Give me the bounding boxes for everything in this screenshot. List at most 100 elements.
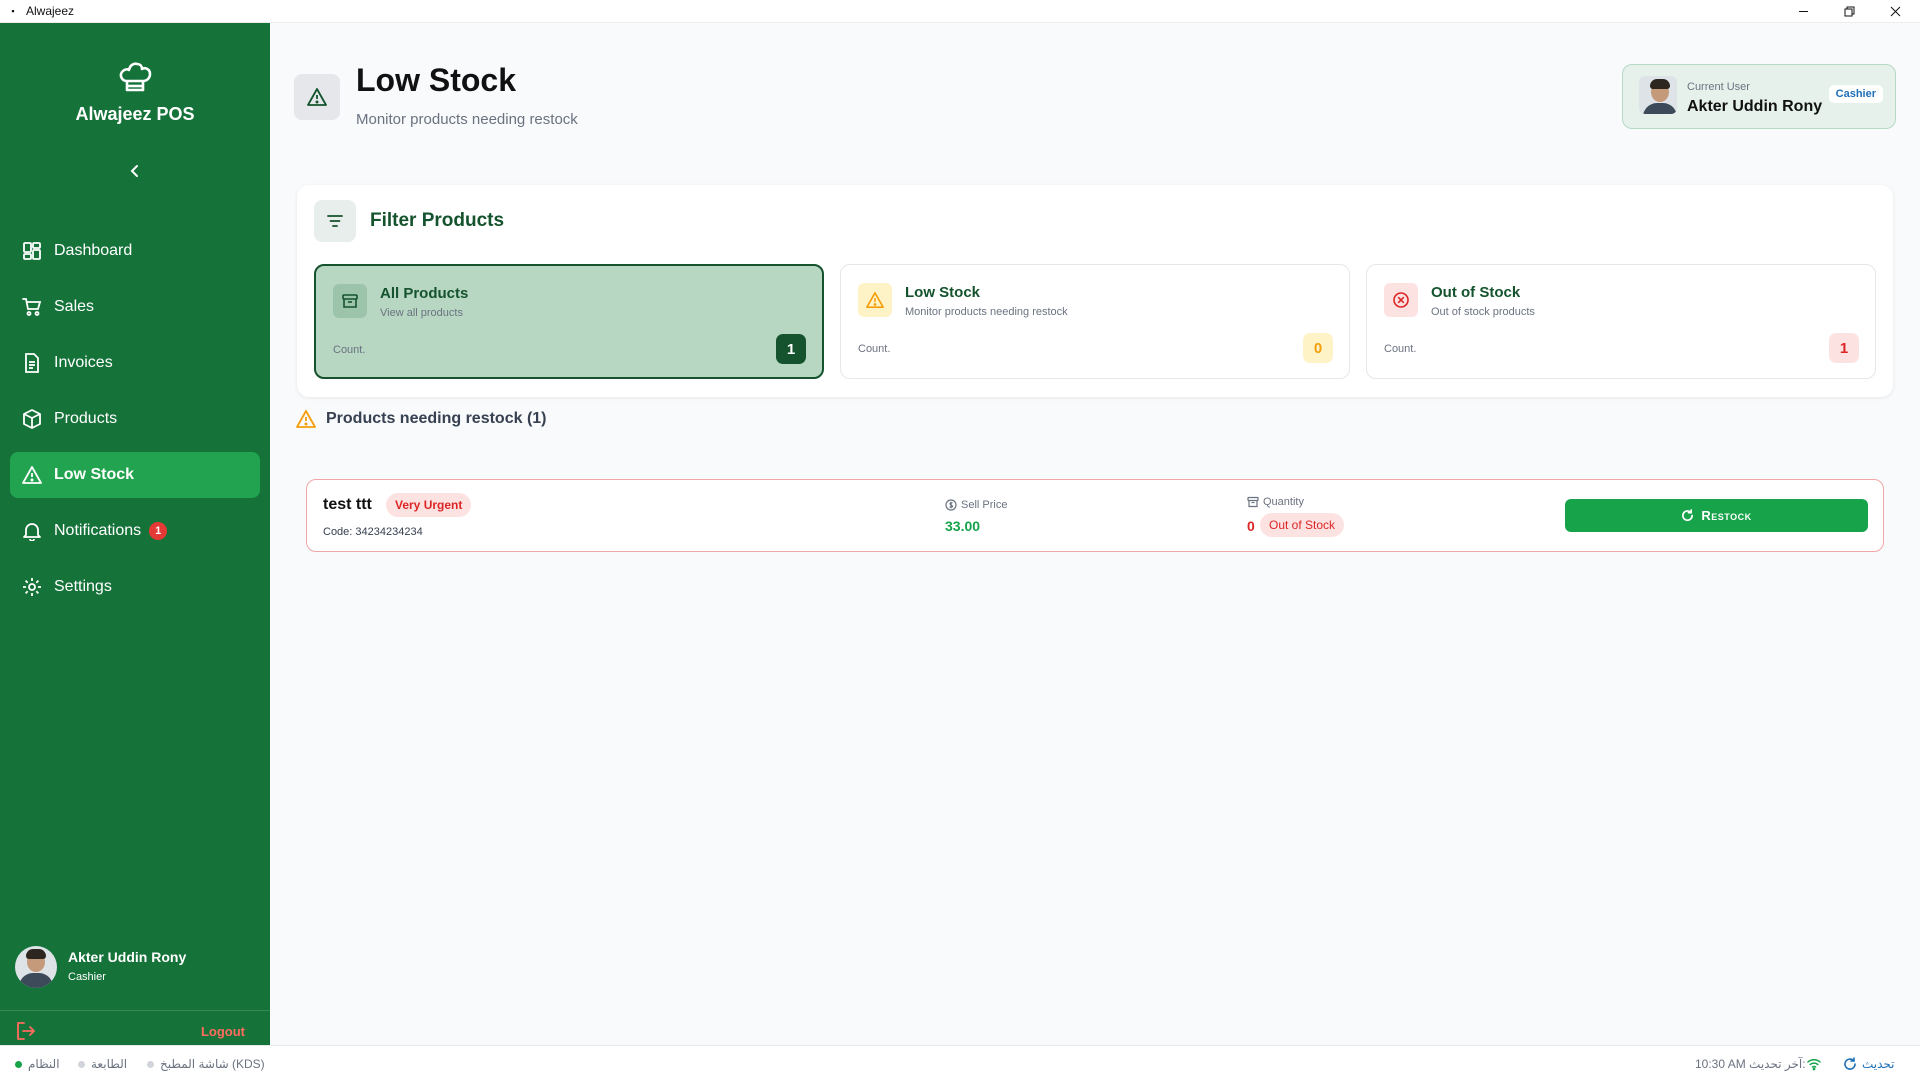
logout-icon	[17, 1022, 35, 1040]
collapse-sidebar-button[interactable]	[122, 158, 148, 184]
status-dot	[15, 1060, 22, 1068]
restock-label: Restock	[1701, 508, 1752, 523]
filter-panel: Filter Products All Products View all pr…	[297, 185, 1893, 397]
gear-icon	[23, 578, 41, 596]
restock-button[interactable]: Restock	[1565, 499, 1868, 532]
product-name: test ttt	[323, 496, 372, 513]
stock-status-badge: Out of Stock	[1260, 513, 1345, 537]
current-user-card: Current User Akter Uddin Rony Cashier	[1622, 64, 1896, 129]
filter-card-count-label: Count.	[858, 343, 891, 355]
close-button[interactable]	[1872, 0, 1918, 23]
filter-card-all-products[interactable]: All Products View all products Count. 1	[314, 264, 824, 379]
dollar-circle-icon	[945, 499, 957, 511]
brand-name: Alwajeez POS	[75, 104, 195, 124]
sidebar-nav: Dashboard Sales Invoices Products Low St…	[10, 228, 260, 620]
sidebar-item-low-stock[interactable]: Low Stock	[10, 452, 260, 498]
minimize-icon	[1798, 11, 1808, 12]
title-bar: ▪ Alwajeez	[0, 0, 1920, 23]
sidebar: Alwajeez POS Dashboard Sales Invoices Pr…	[0, 23, 270, 1045]
role-badge: Cashier	[1828, 85, 1883, 103]
x-circle-icon	[1384, 283, 1418, 317]
app-icon: ▪	[11, 6, 15, 16]
avatar	[1639, 76, 1677, 114]
warning-icon	[858, 283, 892, 317]
sidebar-item-label: Sales	[54, 298, 95, 315]
warning-icon	[296, 410, 316, 428]
archive-icon	[333, 284, 367, 318]
urgency-badge: Very Urgent	[386, 493, 472, 517]
brand: Alwajeez POS	[0, 61, 270, 125]
sidebar-item-sales[interactable]: Sales	[10, 284, 260, 330]
status-dot	[147, 1060, 154, 1068]
refresh-icon	[1682, 509, 1694, 522]
status-dot	[78, 1060, 85, 1068]
filter-card-subtitle: Monitor products needing restock	[905, 306, 1068, 318]
filter-icon	[314, 200, 356, 242]
window-title: Alwajeez	[26, 4, 75, 18]
quantity-value: 0	[1247, 518, 1255, 534]
sidebar-item-label: Notifications	[54, 522, 142, 539]
sidebar-item-label: Invoices	[54, 354, 113, 371]
product-code: Code: 34234234234	[323, 526, 423, 538]
sidebar-item-products[interactable]: Products	[10, 396, 260, 442]
sidebar-item-invoices[interactable]: Invoices	[10, 340, 260, 386]
section-title: Products needing restock (1)	[296, 409, 547, 429]
warning-icon	[22, 466, 42, 484]
sidebar-user-name: Akter Uddin Rony	[68, 949, 187, 965]
quantity-label-text: Quantity	[1263, 496, 1304, 508]
notification-badge: 1	[149, 522, 168, 540]
sidebar-item-label: Dashboard	[54, 242, 133, 259]
filter-card-count: 1	[776, 334, 806, 364]
sidebar-user: Akter Uddin Rony Cashier	[0, 931, 270, 1011]
current-user-label: Current User	[1687, 81, 1750, 93]
last-update-text: 10:30 AM آخر تحديث:	[1695, 1057, 1806, 1071]
sidebar-item-notifications[interactable]: Notifications 1	[10, 508, 260, 554]
sidebar-item-label: Low Stock	[54, 466, 135, 483]
minimize-button[interactable]	[1780, 0, 1826, 23]
filter-card-count: 0	[1303, 333, 1333, 363]
restore-icon	[1844, 6, 1854, 17]
status-system-label: النظام	[28, 1057, 60, 1071]
sidebar-item-settings[interactable]: Settings	[10, 564, 260, 610]
status-system: النظام	[15, 1057, 60, 1071]
price-value: 33.00	[945, 518, 981, 534]
refresh-label: تحديث	[1862, 1057, 1895, 1071]
sidebar-item-label: Settings	[54, 578, 112, 595]
refresh-icon	[1844, 1057, 1856, 1070]
page-warning-icon	[294, 74, 340, 120]
filter-card-count-label: Count.	[1384, 343, 1417, 355]
status-printer-label: الطابعة	[91, 1057, 128, 1071]
list-item: test ttt Very Urgent Code: 34234234234 S…	[306, 479, 1884, 552]
bell-icon	[23, 523, 41, 541]
filter-card-title: Out of Stock	[1431, 284, 1521, 301]
price-label: Sell Price	[945, 499, 1007, 511]
restore-button[interactable]	[1826, 0, 1872, 23]
filter-title: Filter Products	[370, 210, 505, 231]
chef-hat-icon	[0, 61, 270, 100]
status-bar: النظام الطابعة شاشة المطبخ (KDS) 10:30 A…	[0, 1045, 1920, 1080]
refresh-status-button[interactable]: تحديث	[1843, 1057, 1895, 1071]
price-label-text: Sell Price	[961, 499, 1008, 511]
logout-label: Logout	[200, 1023, 245, 1039]
filter-card-low-stock[interactable]: Low Stock Monitor products needing resto…	[840, 264, 1350, 379]
close-icon	[1890, 6, 1900, 17]
cart-icon	[22, 298, 42, 316]
page-title: Low Stock	[356, 62, 517, 98]
filter-card-out-of-stock[interactable]: Out of Stock Out of stock products Count…	[1366, 264, 1876, 379]
current-user-name: Akter Uddin Rony	[1687, 98, 1823, 115]
status-printer: الطابعة	[78, 1057, 127, 1071]
page-subtitle: Monitor products needing restock	[356, 111, 578, 128]
filter-card-count-label: Count.	[333, 344, 366, 356]
sidebar-item-label: Products	[54, 410, 118, 427]
filter-card-title: All Products	[380, 285, 469, 302]
invoice-icon	[25, 353, 39, 373]
sidebar-user-role: Cashier	[68, 971, 106, 983]
status-kds: شاشة المطبخ (KDS)	[147, 1057, 265, 1071]
status-kds-label: شاشة المطبخ (KDS)	[160, 1057, 265, 1071]
sidebar-item-dashboard[interactable]: Dashboard	[10, 228, 260, 274]
filter-card-title: Low Stock	[905, 284, 981, 301]
avatar	[15, 946, 57, 988]
dashboard-icon	[23, 242, 41, 260]
chevron-left-icon	[130, 165, 138, 177]
archive-icon	[1247, 496, 1259, 508]
